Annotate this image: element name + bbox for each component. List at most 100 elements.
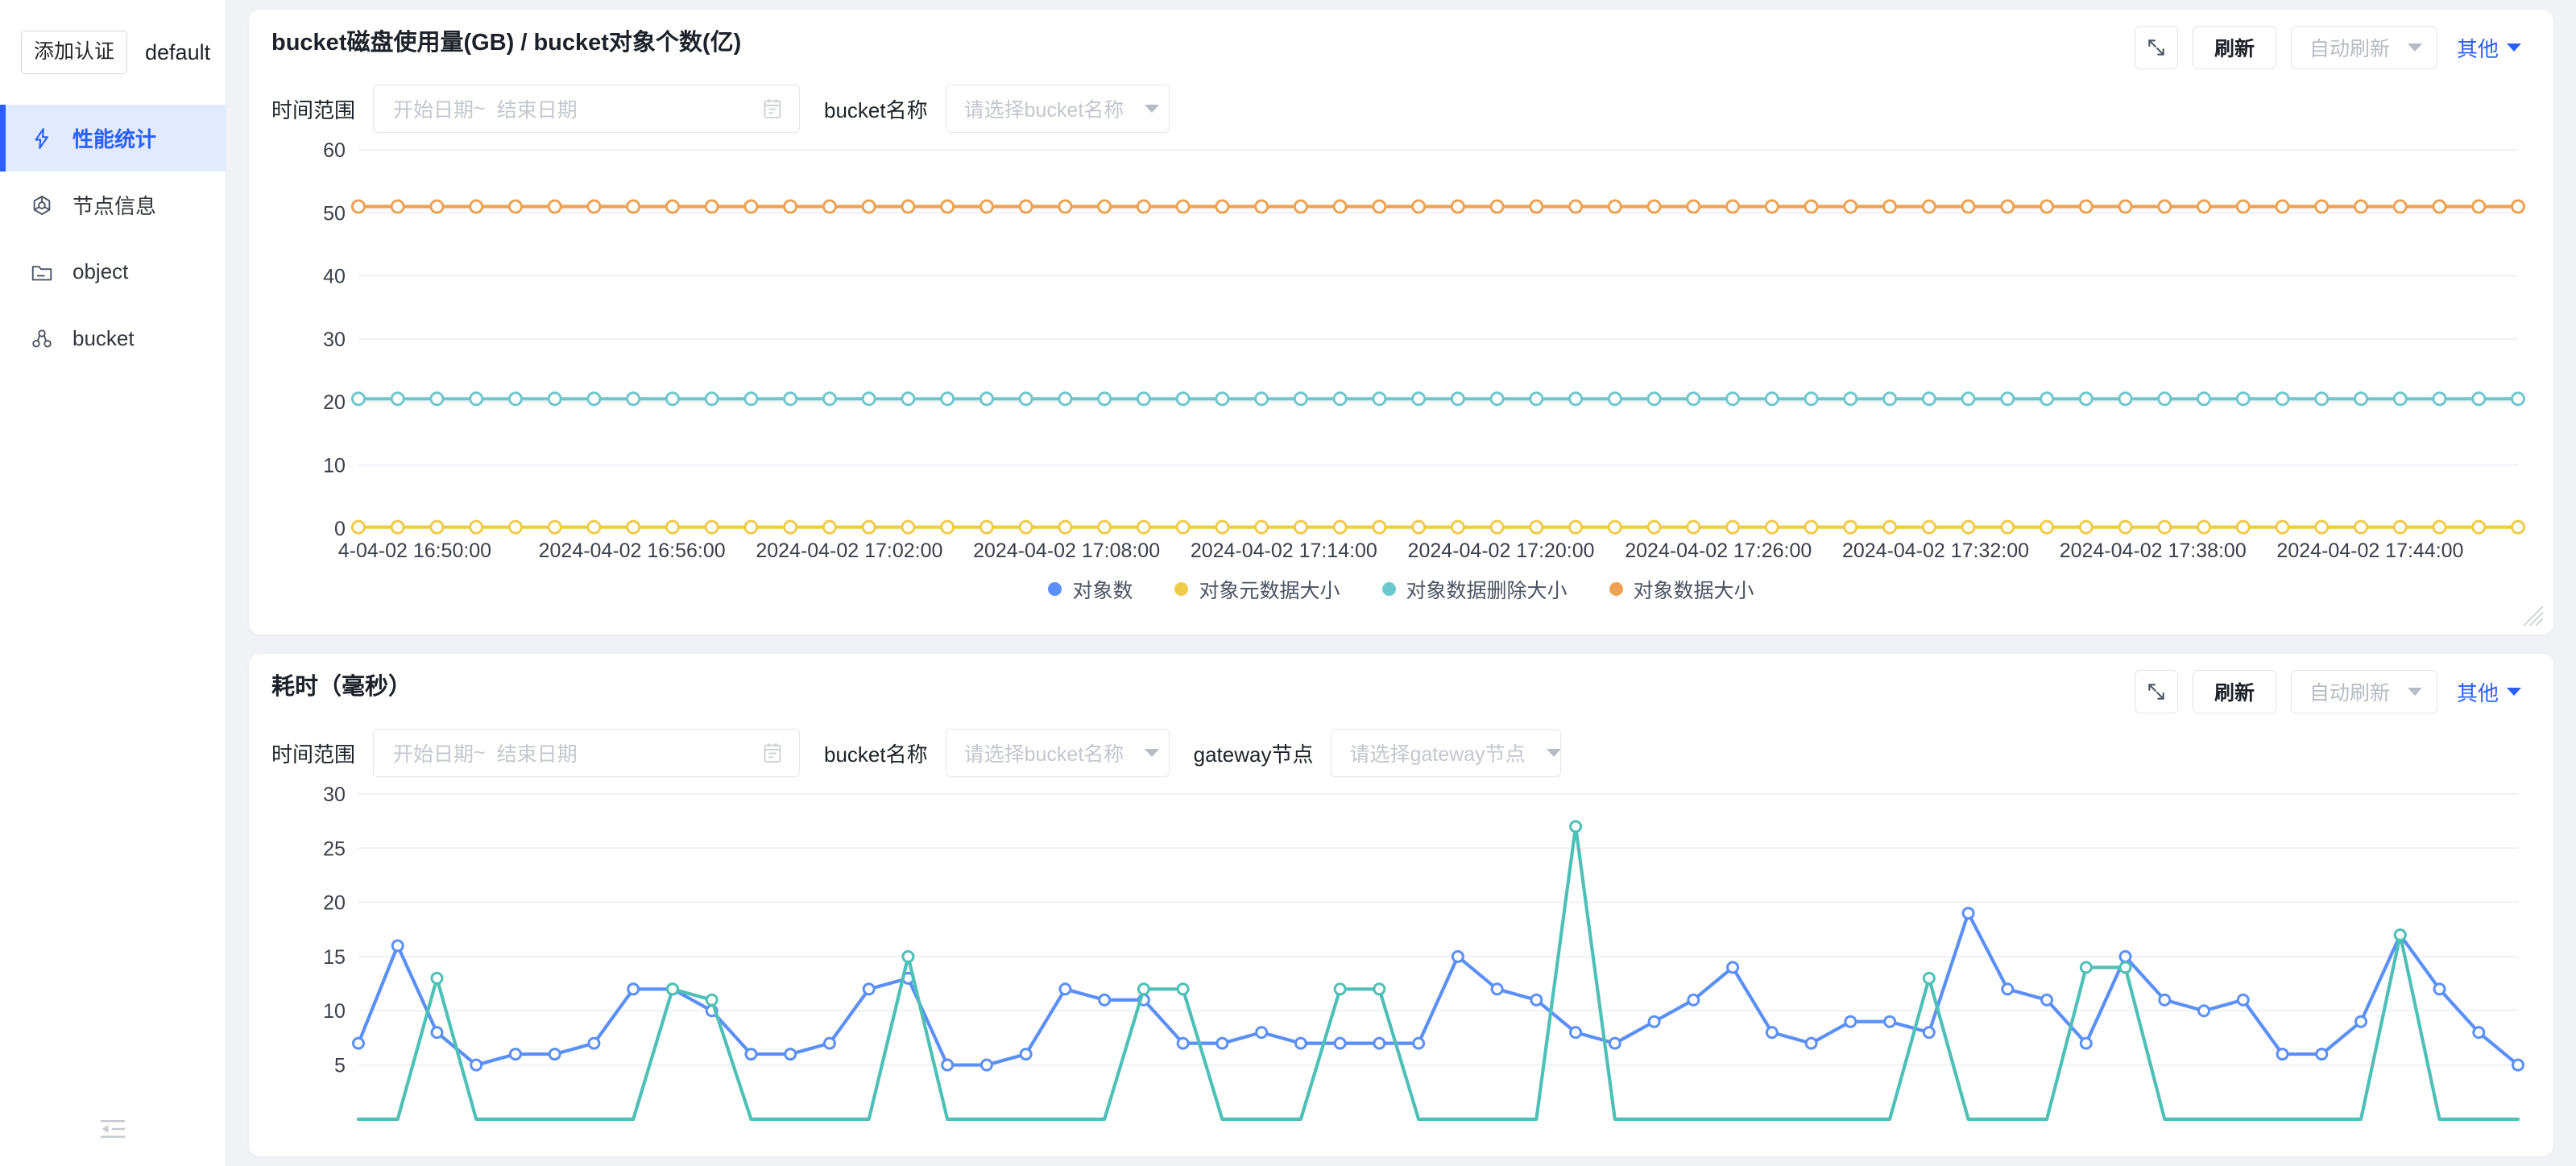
chart-data-point [2471, 199, 2487, 214]
range-separator: ~ [474, 97, 486, 120]
bucket-name-select[interactable]: 请选择bucket名称 [945, 85, 1170, 133]
other-label: 其他 [2456, 680, 2499, 705]
bucket-placeholder: 请选择bucket名称 [963, 99, 1124, 122]
chart-data-point [586, 391, 602, 407]
chart-data-point [2158, 993, 2172, 1007]
date-range-input[interactable]: 开始日期 ~ 结束日期 [373, 85, 801, 133]
start-date-placeholder: 开始日期 [393, 99, 474, 122]
gateway-node-select[interactable]: 请选择gateway节点 [1331, 729, 1562, 777]
legend-item[interactable]: 对象数据大小 [1609, 575, 1754, 604]
chart-data-point [1882, 199, 1898, 214]
chart-data-point [2000, 391, 2015, 407]
sidebar-item-object[interactable]: object [0, 238, 226, 305]
y-axis-tick-label: 20 [323, 391, 346, 414]
refresh-button[interactable]: 刷新 [2192, 670, 2276, 713]
chart-data-point [1568, 391, 1584, 407]
chart-data-point [1412, 1036, 1426, 1050]
chart-data-point [1332, 391, 1348, 407]
chart-data-point [1058, 391, 1073, 407]
card-toolbar: 刷新 自动刷新 其他 [2134, 670, 2526, 713]
chart-data-point [1843, 519, 1858, 535]
legend-color-dot [1174, 582, 1189, 597]
chart-data-point [2392, 519, 2408, 535]
chart-data-point [350, 519, 366, 535]
line-chart-canvas[interactable]: 5 10 15 20 25 30 [270, 781, 2533, 1127]
chart-data-point [979, 199, 994, 214]
sidebar-item-performance[interactable]: 性能统计 [0, 105, 226, 172]
y-axis-tick-label: 0 [334, 518, 346, 540]
chart-data-point [2511, 199, 2526, 214]
legend-label: 对象元数据大小 [1199, 579, 1340, 602]
chart-data-point [1530, 993, 1543, 1007]
other-menu-link[interactable]: 其他 [2452, 33, 2526, 63]
y-axis-tick-label: 40 [323, 266, 346, 288]
sidebar-item-node-info[interactable]: 节点信息 [0, 172, 226, 238]
chart-data-point [429, 519, 445, 535]
chart-data-point [507, 199, 523, 214]
chart-data-point [586, 199, 602, 214]
line-chart-canvas[interactable]: 0 10 20 30 40 50 60 4-04-02 16:50:00 2024-04-02 … [270, 137, 2533, 572]
date-range-input[interactable]: 开始日期 ~ 结束日期 [373, 729, 801, 777]
chart-data-point [2118, 391, 2133, 407]
folder-icon [29, 259, 55, 285]
bucket-name-select[interactable]: 请选择bucket名称 [945, 729, 1170, 777]
chart-data-point [2275, 199, 2290, 214]
chart-data-point [1804, 199, 1819, 214]
x-axis-tick-label: 2024-04-02 17:02:00 [756, 540, 942, 562]
chart-data-point [1490, 982, 1504, 996]
chart-data-point [390, 199, 405, 214]
chart-data-point [1293, 199, 1308, 214]
chart-data-point [1961, 391, 1976, 407]
expand-arrows-icon[interactable] [2134, 670, 2178, 713]
expand-arrows-icon[interactable] [2134, 26, 2178, 69]
chart-latency[interactable]: 5 10 15 20 25 30 [249, 781, 2553, 1127]
legend-item[interactable]: 对象元数据大小 [1174, 575, 1340, 604]
chart-data-point [1097, 199, 1112, 214]
chart-data-point [743, 199, 759, 214]
chart-data-point [626, 519, 641, 535]
chart-data-point [508, 1048, 522, 1061]
add-auth-button[interactable]: 添加认证 [21, 31, 128, 74]
other-menu-link[interactable]: 其他 [2452, 677, 2526, 707]
chart-data-point [2118, 199, 2133, 214]
chart-data-point [2157, 199, 2172, 214]
chart-data-point [1529, 519, 1544, 535]
chart-data-point [783, 199, 798, 214]
sidebar-item-label: 节点信息 [72, 194, 157, 218]
filter-bar: 时间范围 开始日期 ~ 结束日期 bucket名称 请选择bucket名称 [249, 713, 2553, 781]
sidebar-item-bucket[interactable]: bucket [0, 305, 226, 372]
chart-data-point [1961, 907, 1975, 920]
card-resize-handle[interactable] [2521, 604, 2545, 628]
chart-data-point [1136, 199, 1151, 214]
chart-data-point [1607, 391, 1622, 407]
menu-fold-icon[interactable] [92, 1111, 134, 1147]
chart-data-point [2432, 519, 2447, 535]
chart-data-point [901, 391, 916, 407]
chart-data-point [940, 519, 955, 535]
chart-bucket-usage[interactable]: 0 10 20 30 40 50 60 4-04-02 16:50:00 2024-04-02 … [249, 137, 2553, 604]
chart-data-point [1804, 519, 1819, 535]
chart-data-point [2472, 1026, 2486, 1040]
gateway-placeholder: 请选择gateway节点 [1349, 743, 1526, 766]
auto-refresh-select[interactable]: 自动刷新 [2290, 670, 2437, 713]
chart-data-point [2000, 199, 2015, 214]
legend-item[interactable]: 对象数据删除大小 [1381, 575, 1568, 604]
chart-data-point [1176, 982, 1190, 996]
chart-data-point [1215, 199, 1230, 214]
refresh-button[interactable]: 刷新 [2192, 26, 2276, 69]
chart-data-point [1529, 391, 1544, 407]
chart-data-point [1373, 1036, 1386, 1050]
chart-data-point [2236, 993, 2250, 1007]
chart-data-point [665, 519, 680, 535]
card-header: bucket磁盘使用量(GB) / bucket对象个数(亿) 刷新 自动刷新 [249, 10, 2553, 69]
auto-refresh-select[interactable]: 自动刷新 [2290, 26, 2437, 69]
chart-data-point [1216, 1036, 1229, 1050]
legend-item[interactable]: 对象数 [1048, 575, 1133, 604]
app-root: 添加认证 default 性能统计 节点信息 object bucket buc… [0, 0, 2576, 1166]
sidebar: 添加认证 default 性能统计 节点信息 object bucket [0, 0, 226, 1166]
chart-data-point [704, 199, 719, 214]
chart-data-point [1018, 391, 1033, 407]
chart-data-point [1607, 199, 1622, 214]
chart-data-point [1687, 993, 1700, 1007]
lightning-icon [29, 126, 55, 151]
